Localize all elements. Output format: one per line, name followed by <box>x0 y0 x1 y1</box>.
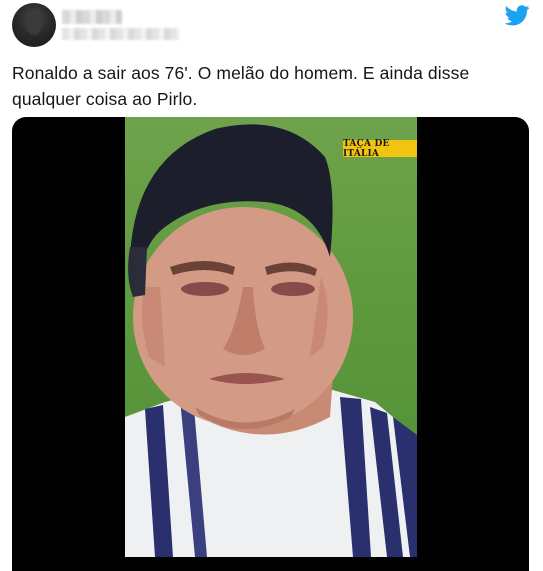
avatar[interactable] <box>12 3 56 47</box>
video-player[interactable]: TAÇA DE ITÁLIA <box>12 117 529 571</box>
twitter-bird-icon[interactable] <box>505 5 530 26</box>
player-figure <box>125 124 417 557</box>
display-name-blurred[interactable] <box>62 10 122 24</box>
handle-blurred[interactable] <box>62 28 180 40</box>
competition-badge: TAÇA DE ITÁLIA <box>343 139 417 159</box>
tweet-text: Ronaldo a sair aos 76'. O melão do homem… <box>12 63 470 109</box>
video-frame: TAÇA DE ITÁLIA <box>125 117 417 557</box>
avatar-shape <box>26 13 42 35</box>
